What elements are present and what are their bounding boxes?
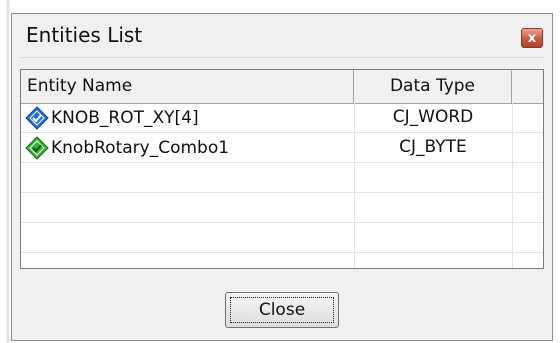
green-diamond-icon <box>25 135 49 160</box>
list-row[interactable]: KnobRotary_Combo1 CJ_BYTE <box>21 133 543 163</box>
empty-list-row <box>21 193 543 223</box>
entities-list-dialog: Entities List x Entity Name Data Type KN… <box>11 13 553 341</box>
window-title: Entities List <box>26 23 143 47</box>
close-icon: x <box>527 30 537 46</box>
column-header-data-type[interactable]: Data Type <box>354 70 512 103</box>
data-type-cell: CJ_BYTE <box>399 137 467 157</box>
list-header: Entity Name Data Type <box>21 70 543 104</box>
button-row: Close <box>20 269 544 339</box>
empty-list-row <box>21 223 543 253</box>
blue-diamond-icon <box>25 105 49 130</box>
empty-list-row <box>21 163 543 193</box>
close-button[interactable]: Close <box>225 292 339 328</box>
background-edge <box>0 0 10 343</box>
entity-name-cell: KnobRotary_Combo1 <box>25 133 229 162</box>
entity-name: KNOB_ROT_XY[4] <box>51 107 199 128</box>
data-type-cell: CJ_WORD <box>392 107 474 127</box>
entity-name: KnobRotary_Combo1 <box>51 137 230 158</box>
dialog-client-area: Entity Name Data Type KNOB_ROT_XY[4] CJ_… <box>20 57 544 332</box>
window-close-button[interactable]: x <box>521 28 543 48</box>
column-header-empty[interactable] <box>512 70 543 103</box>
entities-list-view[interactable]: Entity Name Data Type KNOB_ROT_XY[4] CJ_… <box>20 69 544 269</box>
entity-name-cell: KNOB_ROT_XY[4] <box>25 103 199 132</box>
column-header-entity-name[interactable]: Entity Name <box>21 70 354 103</box>
close-button-label: Close <box>230 297 334 323</box>
list-row[interactable]: KNOB_ROT_XY[4] CJ_WORD <box>21 103 543 133</box>
title-bar[interactable]: Entities List x <box>12 14 552 58</box>
